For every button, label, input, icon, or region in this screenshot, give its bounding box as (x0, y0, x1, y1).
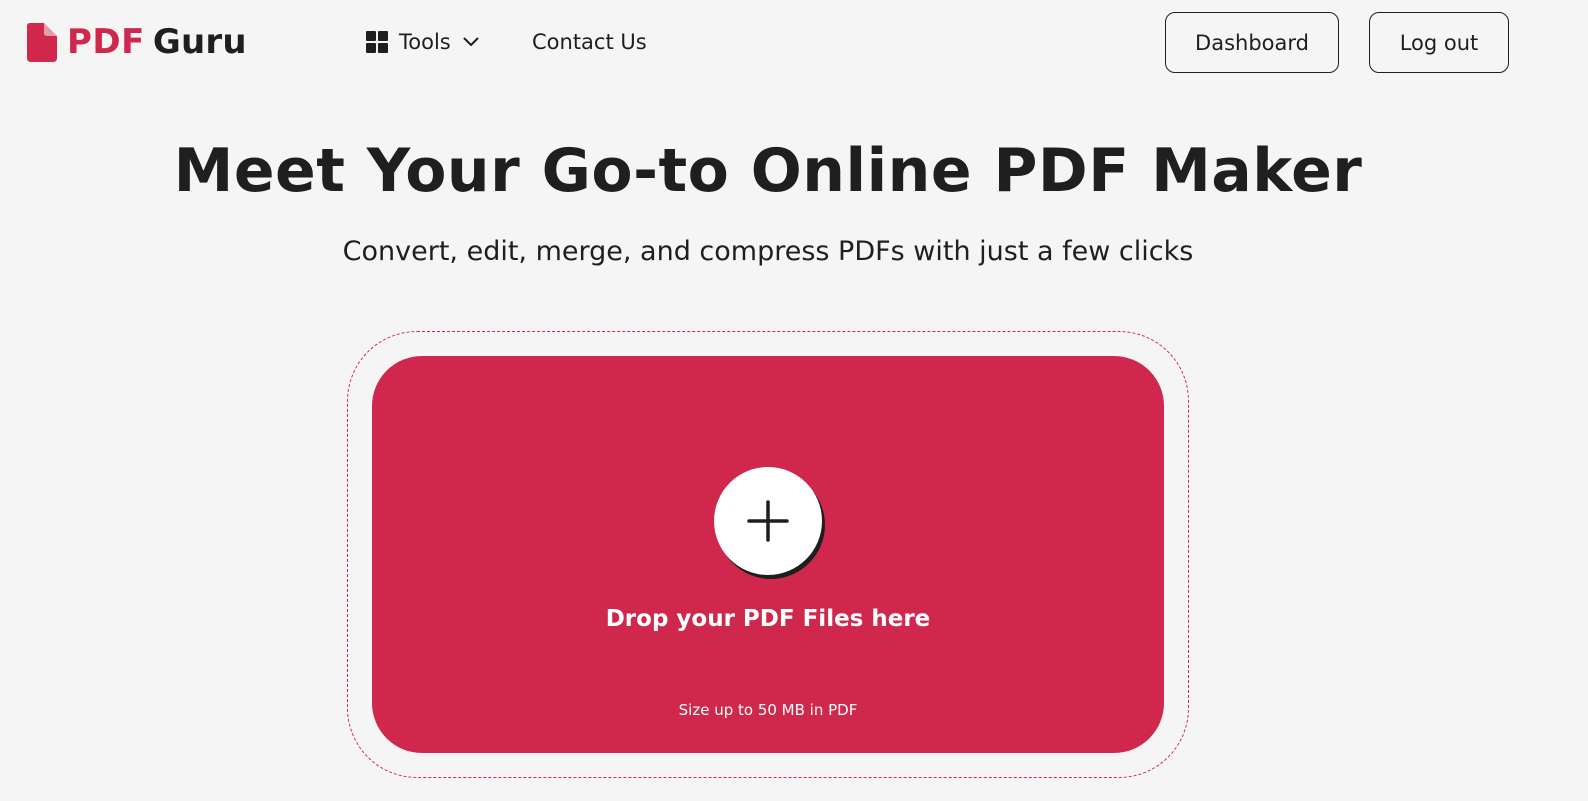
nav-tools-dropdown[interactable]: Tools (366, 27, 479, 57)
logo-text-guru: Guru (152, 22, 247, 62)
logout-button[interactable]: Log out (1369, 12, 1509, 73)
plus-icon (747, 500, 789, 542)
chevron-down-icon (463, 37, 479, 46)
dropzone-label: Drop your PDF Files here (605, 606, 931, 632)
hero-subtitle: Convert, edit, merge, and compress PDFs … (342, 236, 1194, 267)
top-header: PDF Guru Tools Contact Us Dashboard Log … (0, 0, 1588, 86)
dashboard-button[interactable]: Dashboard (1165, 12, 1339, 73)
page: PDF Guru Tools Contact Us Dashboard Log … (0, 0, 1588, 801)
file-dropzone[interactable]: Drop your PDF Files here Size up to 50 M… (372, 356, 1164, 753)
logo[interactable]: PDF Guru (27, 22, 247, 62)
add-file-button[interactable] (714, 467, 822, 575)
hero-title: Meet Your Go-to Online PDF Maker (173, 136, 1363, 206)
nav-contact-link[interactable]: Contact Us (532, 27, 647, 57)
logo-text-pdf: PDF (67, 22, 145, 62)
dropzone-size-note: Size up to 50 MB in PDF (678, 701, 858, 719)
grid-icon (366, 31, 388, 53)
document-icon (27, 22, 57, 62)
nav-tools-label: Tools (399, 30, 451, 54)
